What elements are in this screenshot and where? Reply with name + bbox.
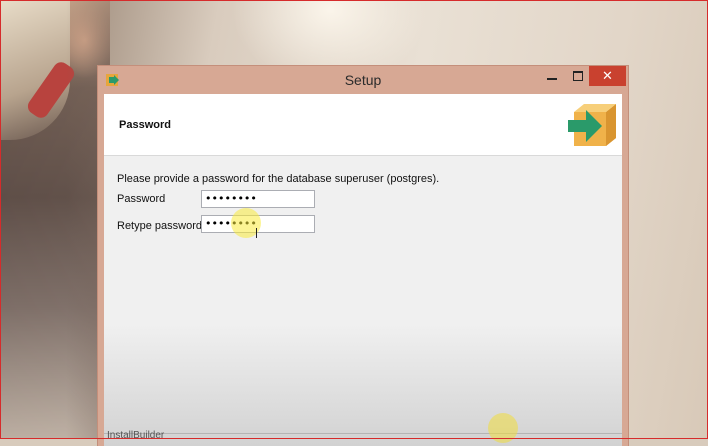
retype-password-label: Retype password	[117, 220, 202, 232]
password-label: Password	[117, 193, 166, 205]
installer-box-arrow-icon	[568, 104, 616, 146]
page-header: Password	[104, 94, 622, 156]
minimize-icon	[547, 78, 557, 80]
maximize-icon	[573, 71, 583, 81]
wallpaper-shade	[0, 0, 110, 439]
mouse-cursor	[256, 228, 257, 238]
setup-window: Setup ✕ Password Please provide a passwo…	[98, 66, 628, 446]
password-field[interactable]: ••••••••	[201, 190, 315, 208]
close-button[interactable]: ✕	[589, 66, 626, 86]
title-bar[interactable]: Setup ✕	[98, 66, 628, 94]
password-prompt: Please provide a password for the databa…	[117, 173, 440, 185]
setup-content: Password Please provide a password for t…	[104, 94, 622, 446]
footer-brand: InstallBuilder	[107, 430, 165, 441]
bottom-shade	[104, 324, 622, 446]
footer-divider	[104, 433, 622, 434]
close-icon: ✕	[602, 68, 613, 83]
minimize-button[interactable]	[539, 66, 565, 86]
page-title: Password	[119, 119, 171, 131]
maximize-button[interactable]	[565, 66, 591, 86]
